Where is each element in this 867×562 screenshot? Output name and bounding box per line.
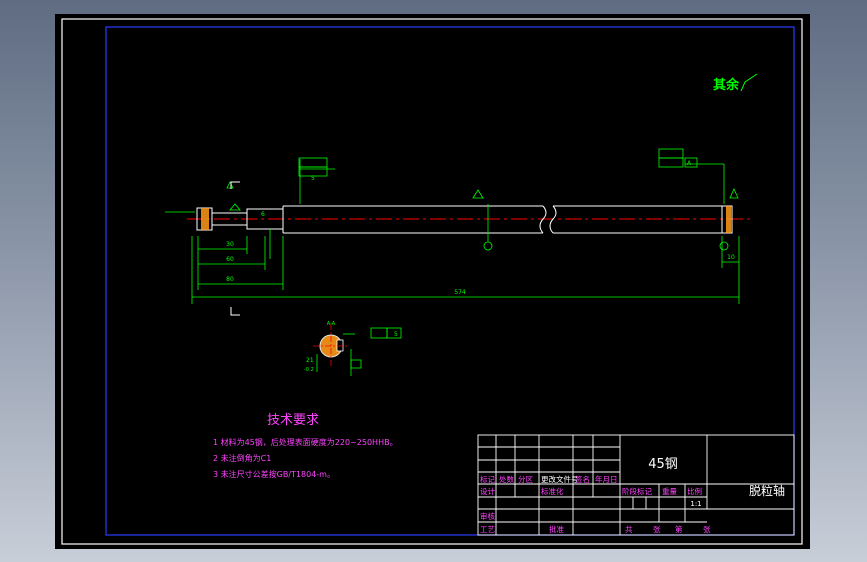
roughness-symbol: [740, 73, 758, 92]
dim-30: 30: [226, 241, 234, 248]
drawing-frame: [105, 26, 795, 536]
tb-header-count: 处数: [499, 474, 514, 484]
shaft-main-view: [187, 205, 752, 234]
section-dim-tol: -0.2: [304, 367, 314, 373]
section-view: A-A 21 -0.2 5: [304, 321, 402, 376]
drawing-canvas: 其余 574 80 60 30 10 6 5 A A-A 21 -0.2 5 技…: [61, 18, 803, 545]
sheet-border: [61, 18, 803, 545]
hatch-left: [201, 208, 209, 230]
dim-overall: 574: [454, 289, 466, 296]
roughness-note: 其余: [713, 77, 740, 93]
tb-header-mark: 标记: [480, 474, 495, 484]
section-label: A-A: [327, 321, 336, 327]
tb-header-sign: 签名: [575, 474, 590, 484]
dim-6: 6: [261, 211, 265, 218]
section-dim-21: 21: [306, 357, 314, 364]
tb-header-date: 年月日: [595, 474, 618, 484]
tb-approve: 批准: [549, 524, 564, 534]
tb-scale-label: 比例: [687, 486, 702, 496]
tb-scale-value: 1:1: [690, 500, 701, 508]
tb-design: 设计: [480, 486, 495, 496]
tb-material: 45钢: [648, 457, 678, 472]
dim-80: 80: [226, 276, 234, 283]
section-dim-5: 5: [394, 331, 398, 338]
hatch-right: [726, 206, 731, 233]
tb-standardize: 标准化: [541, 486, 564, 496]
tech-note-3: 3 未注尺寸公差按GB/T1804-m。: [213, 469, 335, 479]
tb-sheet-unit-2: 张: [703, 525, 711, 534]
tb-sheet-total: 共: [625, 525, 633, 534]
section-markers: [230, 181, 240, 316]
tech-note-2: 2 未注倒角为C1: [213, 453, 271, 463]
tb-sheet-unit-1: 张: [653, 525, 661, 534]
keyway: [336, 339, 344, 352]
title-block: [477, 434, 795, 536]
dim-5: 5: [311, 175, 315, 182]
datum-a-label: A: [687, 160, 692, 167]
tb-sheet-num: 第: [675, 524, 683, 534]
tb-review: 审核: [480, 511, 495, 521]
break-line-right: [549, 205, 557, 234]
tech-requirements-title: 技术要求: [267, 413, 319, 428]
tb-stage-mark: 阶段标记: [622, 486, 652, 496]
tb-process: 工艺: [480, 525, 495, 534]
tb-part-name: 脱粒轴: [749, 483, 785, 498]
tb-weight: 重量: [662, 487, 677, 496]
tech-note-1: 1 材料为45钢，后处理表面硬度为220~250HHB。: [213, 437, 398, 447]
dim-60: 60: [226, 256, 234, 263]
tb-header-zone: 分区: [518, 475, 533, 484]
dim-10: 10: [727, 254, 735, 261]
cad-viewport[interactable]: 其余 574 80 60 30 10 6 5 A A-A 21 -0.2 5 技…: [55, 14, 810, 549]
dimensions: [165, 148, 740, 304]
tb-header-change: 更改文件号: [541, 474, 579, 484]
break-line-left: [539, 205, 547, 234]
